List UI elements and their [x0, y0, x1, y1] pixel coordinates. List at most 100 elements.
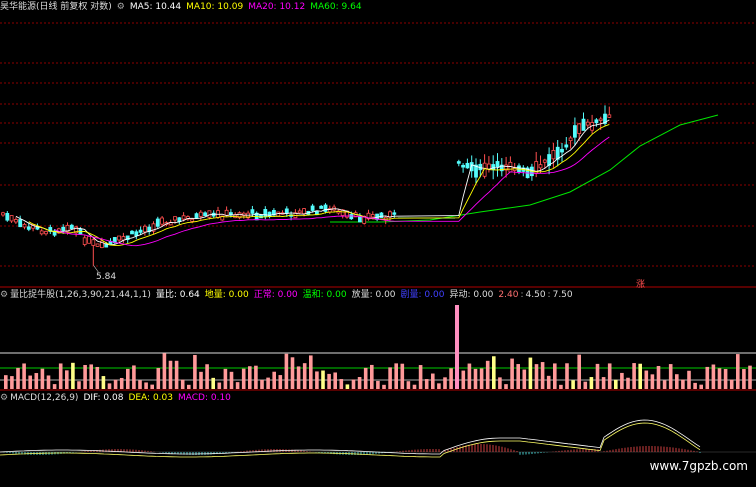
- volume-bar: [479, 368, 484, 389]
- candle-body: [155, 218, 160, 227]
- candle-body: [542, 159, 547, 163]
- volume-bar: [431, 373, 435, 389]
- candle-body: [323, 204, 328, 212]
- ma20-label: MA20: 10.12: [248, 2, 306, 12]
- volume-bar: [113, 379, 118, 389]
- volume-bar: [461, 370, 466, 389]
- candle-body: [581, 118, 586, 131]
- volume-bar: [449, 368, 453, 389]
- min-price-label: 5.84: [96, 272, 117, 282]
- chart-canvas[interactable]: [0, 0, 756, 487]
- volume-bar: [22, 363, 26, 389]
- volume-bar: [546, 375, 551, 389]
- volume-bar: [223, 368, 228, 389]
- candle-body: [598, 118, 603, 121]
- candle-body: [18, 219, 23, 228]
- volume-bar: [650, 374, 655, 389]
- candle-body: [87, 236, 91, 244]
- volume-bar: [632, 363, 636, 389]
- candle-body: [5, 212, 10, 221]
- volume-bar: [229, 371, 234, 389]
- volume-bar: [595, 363, 600, 389]
- candle-body: [568, 137, 573, 142]
- volume-bar: [553, 363, 557, 389]
- volume-bar: [729, 379, 734, 389]
- candle-body: [573, 125, 577, 138]
- liangbi-value: 量比: 0.64: [155, 290, 200, 300]
- volume-bar: [589, 377, 594, 389]
- volume-bar: [235, 382, 240, 389]
- volume-bar: [681, 379, 685, 389]
- volume-bar: [46, 375, 51, 389]
- volume-bar: [742, 369, 746, 389]
- volume-bar: [418, 365, 423, 389]
- volume-bar: [10, 376, 14, 389]
- candlesticks[interactable]: [1, 105, 612, 273]
- volume-bar: [339, 379, 344, 389]
- candle-body: [203, 212, 208, 217]
- zhengchang-value: 正常: 0.00: [253, 290, 298, 300]
- volume-bar: [656, 365, 661, 389]
- candle-body: [370, 214, 375, 218]
- candle-body: [142, 225, 147, 233]
- gear-icon[interactable]: ⚙: [0, 393, 8, 403]
- volume-bar: [400, 363, 405, 389]
- volume-bar: [296, 366, 301, 389]
- volume-bar: [559, 384, 563, 389]
- volume-bar: [315, 371, 319, 389]
- indicator-name[interactable]: 量比捉牛股(1,26,3,90,21,44,1,1): [10, 290, 151, 300]
- candle-body: [560, 148, 564, 153]
- stock-title[interactable]: 昊华能源(日线 前复权 对数): [0, 2, 112, 12]
- candle-body: [198, 211, 203, 217]
- ma-lines: [15, 119, 610, 247]
- volume-bar: [77, 381, 81, 389]
- volume-bar: [473, 368, 478, 389]
- candle-body: [551, 150, 556, 160]
- watermark: www.7gpzb.com: [649, 459, 748, 473]
- volume-bar: [437, 383, 441, 389]
- volume-bar: [620, 372, 624, 389]
- volume-bar: [626, 377, 630, 389]
- ma10-line: [28, 123, 610, 246]
- volume-bar: [693, 382, 697, 389]
- candle-body: [577, 123, 582, 134]
- volume-bar: [736, 354, 740, 389]
- volume-bar: [382, 384, 386, 389]
- gear-icon[interactable]: ⚙: [117, 2, 125, 12]
- volume-bar: [327, 373, 331, 389]
- volume-spike: [455, 305, 459, 389]
- volume-bar: [321, 370, 325, 389]
- volume-bar: [302, 363, 307, 389]
- macd-name[interactable]: MACD(12,26,9): [10, 393, 78, 403]
- volume-bar: [89, 364, 93, 389]
- fangliang-value: 放量: 0.00: [351, 290, 396, 300]
- candle-body: [486, 163, 491, 170]
- level-3: 7.50: [552, 290, 573, 300]
- volume-bar: [467, 363, 472, 389]
- candle-body: [538, 164, 543, 169]
- volume-bar: [516, 364, 520, 389]
- volume-bar: [101, 376, 106, 389]
- volume-bar: [248, 366, 252, 389]
- candle-body: [35, 226, 40, 230]
- volume-bar: [162, 353, 167, 389]
- volume-bar: [357, 377, 362, 389]
- volume-bar: [187, 384, 191, 389]
- volume-bar: [290, 357, 295, 389]
- volume-bar: [662, 380, 667, 389]
- gear-icon[interactable]: ⚙: [0, 290, 8, 300]
- candle-body: [117, 235, 121, 241]
- volume-bar: [260, 379, 264, 389]
- macd-value: MACD: 0.10: [178, 393, 231, 403]
- volume-bar: [412, 384, 417, 389]
- volume-bar: [83, 365, 87, 389]
- volume-bar: [406, 381, 411, 389]
- volume-bar: [492, 356, 496, 389]
- volume-bar: [388, 367, 392, 389]
- candle-body: [319, 205, 324, 209]
- volume-bar: [180, 379, 185, 389]
- candle-body: [495, 161, 500, 168]
- volume-bar: [748, 365, 752, 389]
- ma60-label: MA60: 9.64: [310, 2, 362, 12]
- dea-value: DEA: 0.03: [128, 393, 173, 403]
